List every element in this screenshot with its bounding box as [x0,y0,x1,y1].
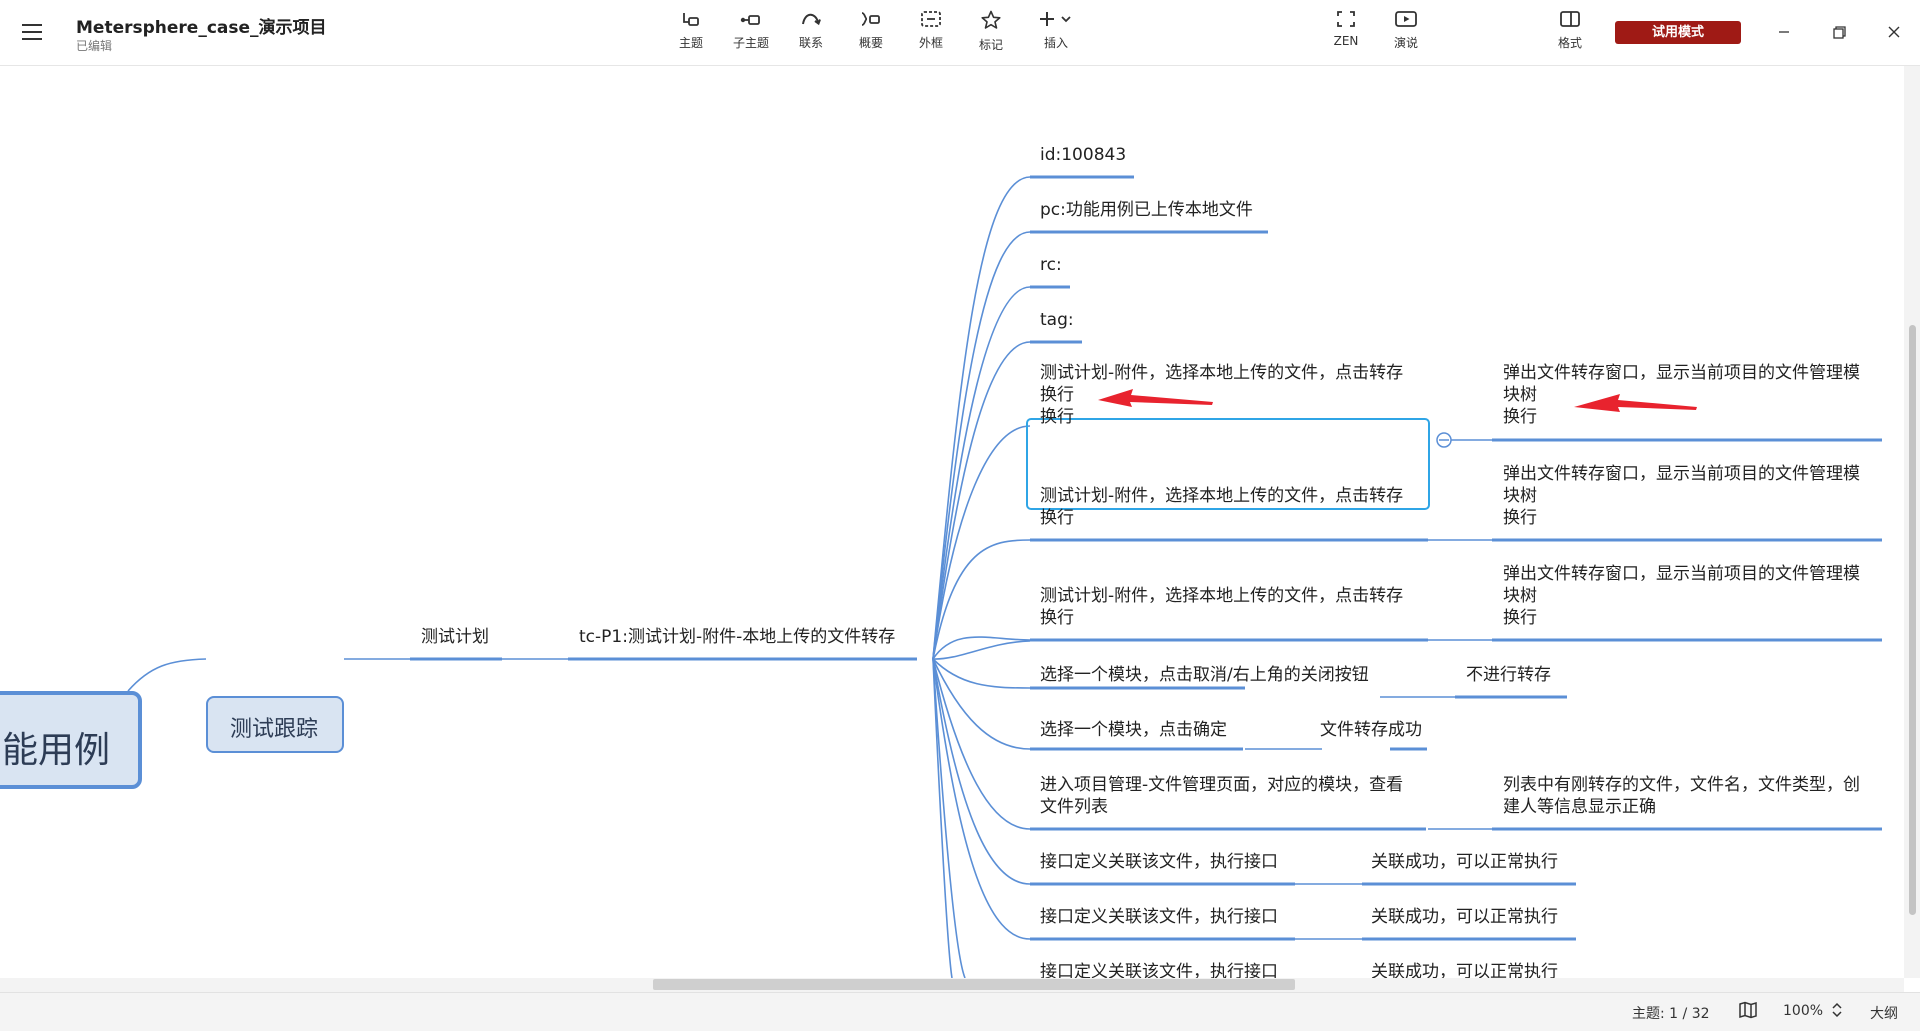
result-node[interactable]: 列表中有刚转存的文件，文件名，文件类型，创 建人等信息显示正确 [1503,774,1860,818]
root-topic[interactable]: 能用例 [0,691,142,789]
restore-icon[interactable] [1825,18,1853,46]
insert-button[interactable]: 插入 [1030,10,1082,58]
relationship-icon [802,13,821,26]
branch-node[interactable]: 选择一个模块，点击确定 [1040,719,1227,741]
fullscreen-icon [1337,11,1355,27]
topic-count: 主题: 1 / 32 [1632,1006,1710,1022]
document-status: 已编辑 [76,39,113,53]
summary-button[interactable]: 概要 [845,10,897,58]
result-node[interactable]: 弹出文件转存窗口，显示当前项目的文件管理模 块树 换行 [1503,463,1860,529]
result-node[interactable]: 弹出文件转存窗口，显示当前项目的文件管理模 块树 换行 [1503,362,1860,428]
result-node[interactable]: 关联成功，可以正常执行 [1371,961,1558,978]
marker-button[interactable]: 标记 [965,10,1017,58]
branch-node[interactable]: rc: [1040,254,1062,276]
marker-label: 标记 [978,38,1003,52]
branch-node[interactable]: 测试计划-附件，选择本地上传的文件，点击转存 换行 [1040,485,1403,529]
map-view-icon[interactable] [1738,1001,1758,1023]
panel-icon [1560,11,1580,27]
branch-node[interactable]: 选择一个模块，点击取消/右上角的关闭按钮 [1040,664,1369,686]
main-topic-label: 测试跟踪 [230,717,319,742]
result-node[interactable]: 不进行转存 [1466,664,1551,686]
subtopic-button[interactable]: 子主题 [725,10,777,58]
zen-label: ZEN [1333,34,1359,48]
branch-node-selected[interactable]: 测试计划-附件，选择本地上传的文件，点击转存 换行 换行 [1040,362,1403,428]
topic-icon [683,13,699,26]
close-icon[interactable] [1880,18,1908,46]
result-node[interactable]: 弹出文件转存窗口，显示当前项目的文件管理模 块树 换行 [1503,563,1860,629]
main-topic[interactable]: 测试跟踪 [206,696,344,753]
level3-topic[interactable]: tc-P1:测试计划-附件-本地上传的文件转存 [579,626,895,648]
result-node[interactable]: 关联成功，可以正常执行 [1371,906,1558,928]
trial-mode-button[interactable]: 试用模式 [1615,21,1741,44]
branch-node[interactable]: 进入项目管理-文件管理页面，对应的模块，查看 文件列表 [1040,774,1403,818]
vertical-scrollbar[interactable] [1904,66,1920,978]
branch-node[interactable]: tag: [1040,309,1074,331]
format-button[interactable]: 格式 [1544,10,1596,58]
format-label: 格式 [1557,36,1582,50]
branch-node[interactable]: id:100843 [1040,144,1126,166]
root-topic-label: 能用例 [2,730,111,771]
boundary-button[interactable]: 外框 [905,10,957,58]
result-node[interactable]: 关联成功，可以正常执行 [1371,851,1558,873]
star-icon [981,10,1001,29]
horizontal-scroll-thumb[interactable] [653,979,1295,990]
branch-node[interactable]: 接口定义关联该文件，执行接口 [1040,961,1278,978]
topic-button[interactable]: 主题 [665,10,717,58]
relationship-label: 联系 [798,36,823,50]
subtopic-icon [740,15,760,25]
boundary-icon [921,11,941,27]
pitch-button[interactable]: 演说 [1380,10,1432,58]
branch-node[interactable]: 接口定义关联该文件，执行接口 [1040,906,1278,928]
minimize-icon[interactable] [1770,18,1798,46]
relationship-button[interactable]: 联系 [785,10,837,58]
status-bar: 主题: 1 / 32 100% 大纲 [0,992,1920,1031]
topic-label: 主题 [678,36,703,50]
document-title: Metersphere_case_演示项目 [76,18,327,38]
outline-button[interactable]: 大纲 [1870,1003,1898,1023]
branch-node[interactable]: pc:功能用例已上传本地文件 [1040,199,1253,221]
zoom-level[interactable]: 100% [1783,1003,1823,1019]
branch-node[interactable]: 接口定义关联该文件，执行接口 [1040,851,1278,873]
summary-icon [861,12,880,26]
mindmap-canvas[interactable]: 能用例 测试跟踪 测试计划 tc-P1:测试计划-附件-本地上传的文件转存 id… [0,66,1904,978]
horizontal-scrollbar[interactable] [0,978,1904,992]
level2-topic[interactable]: 测试计划 [421,626,489,648]
insert-label: 插入 [1043,36,1068,50]
result-node[interactable]: 文件转存成功 [1320,719,1422,741]
hamburger-menu-icon[interactable] [22,22,44,40]
branch-node[interactable]: 测试计划-附件，选择本地上传的文件，点击转存 换行 [1040,585,1403,629]
summary-label: 概要 [858,36,883,50]
zoom-stepper-icon[interactable] [1830,1000,1844,1024]
top-bar: Metersphere_case_演示项目 已编辑 主题 子主题 联系 概要 外… [0,0,1920,66]
plus-icon [1040,12,1071,26]
boundary-label: 外框 [918,36,943,50]
vertical-scroll-thumb[interactable] [1909,325,1916,915]
pitch-label: 演说 [1393,36,1418,50]
play-icon [1395,11,1417,27]
zen-button[interactable]: ZEN [1320,10,1372,58]
subtopic-label: 子主题 [732,36,769,50]
